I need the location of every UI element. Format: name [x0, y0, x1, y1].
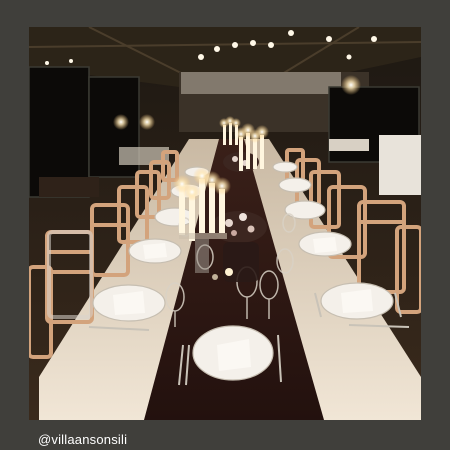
story-frame: @villaansonsili	[0, 0, 450, 450]
caption-handle[interactable]: @villaansonsili	[38, 432, 127, 447]
dinner-table-photo	[29, 27, 421, 420]
